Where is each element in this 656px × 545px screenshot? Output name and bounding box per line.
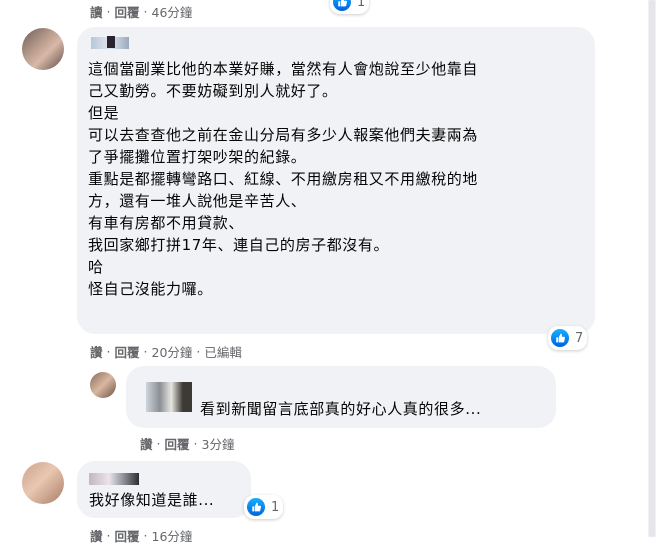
- like-thumb-icon: [549, 327, 571, 349]
- comment-line: 方，還有一堆人說他是辛苦人、: [88, 192, 307, 210]
- timestamp[interactable]: 16分鐘: [152, 526, 193, 545]
- comment-line: 重點是都擺轉彎路口、紅線、不用繳房租又不用繳稅的地: [88, 170, 479, 188]
- comment-bubble: 這個當副業比他的本業好賺，當然有人會炮說至少他靠自 己又勤勞。不要妨礙到別人就好…: [77, 27, 595, 334]
- separator-dot: ·: [156, 436, 161, 451]
- reply-avatar[interactable]: [90, 372, 116, 398]
- reply-link[interactable]: 回覆: [115, 526, 140, 545]
- separator-dot: ·: [143, 4, 148, 19]
- comment-text: 我好像知道是誰...: [89, 491, 215, 509]
- thread-line: [42, 72, 44, 462]
- reply-text: 看到新聞留言底部真的好心人真的很多...: [200, 400, 482, 418]
- reply-author-name[interactable]: [146, 382, 192, 412]
- top-timestamp: 46分鐘: [151, 5, 193, 20]
- comment-line: 己又勤勞。不要妨礙到別人就好了。: [88, 82, 338, 100]
- comment2-reaction-count: 1: [271, 499, 280, 515]
- avatar[interactable]: [22, 462, 64, 504]
- top-like-link[interactable]: 讀: [90, 2, 103, 21]
- comment2-meta: 讚 · 回覆 · 16分鐘: [90, 526, 192, 545]
- separator-dot: ·: [106, 344, 111, 359]
- scrollbar-thumb[interactable]: [649, 0, 655, 537]
- top-comment-meta: 讀 · 回覆 · 46分鐘: [90, 2, 192, 21]
- like-link[interactable]: 讚: [90, 342, 103, 361]
- like-link[interactable]: 讚: [140, 434, 153, 453]
- comment-line: 哈: [88, 258, 104, 276]
- separator-dot: ·: [106, 4, 111, 19]
- reply1-meta: 讚 · 回覆 · 3分鐘: [140, 434, 234, 453]
- comment1-meta: 讚 · 回覆 · 20分鐘 · 已編輯: [90, 342, 242, 361]
- comment-text: 這個當副業比他的本業好賺，當然有人會炮說至少他靠自 己又勤勞。不要妨礙到別人就好…: [88, 58, 588, 300]
- timestamp[interactable]: 20分鐘: [152, 342, 193, 361]
- comment-line: 我回家鄉打拼17年、連自己的房子都沒有。: [88, 236, 390, 254]
- separator-dot: ·: [143, 344, 148, 359]
- top-reply-link[interactable]: 回覆: [115, 2, 140, 21]
- like-link[interactable]: 讚: [90, 526, 103, 545]
- comment2-reaction-badge[interactable]: 1: [244, 495, 284, 519]
- comment-line: 但是: [88, 104, 120, 122]
- reply-bubble: 看到新聞留言底部真的好心人真的很多...: [126, 366, 556, 428]
- reply-link[interactable]: 回覆: [115, 342, 140, 361]
- comment-line: 可以去查查他之前在金山分局有多少人報案他們夫妻兩為: [88, 126, 479, 144]
- reply-link[interactable]: 回覆: [165, 434, 190, 453]
- separator-dot: ·: [196, 344, 201, 359]
- like-thumb-icon: [245, 496, 267, 518]
- comment-line: 有車有房都不用貸款、: [88, 214, 245, 232]
- edited-label: 已編輯: [204, 345, 242, 360]
- like-thumb-icon: [331, 0, 353, 13]
- separator-dot: ·: [143, 528, 148, 543]
- top-reaction-count: 1: [357, 0, 366, 10]
- comment-line: 怪自己沒能力囉。: [88, 280, 213, 298]
- comment-bubble: 我好像知道是誰...: [77, 461, 251, 518]
- separator-dot: ·: [106, 528, 111, 543]
- comment1-reaction-badge[interactable]: 7: [548, 326, 588, 350]
- comment-line: 了爭擺攤位置打架吵架的紀錄。: [88, 148, 307, 166]
- top-reaction-badge[interactable]: 1: [330, 0, 370, 14]
- separator-dot: ·: [193, 436, 198, 451]
- author-name[interactable]: [89, 473, 139, 485]
- avatar[interactable]: [22, 28, 64, 70]
- timestamp[interactable]: 3分鐘: [202, 434, 235, 453]
- author-name-fragment: [107, 36, 115, 48]
- comment-line: 這個當副業比他的本業好賺，當然有人會炮說至少他靠自: [88, 60, 479, 78]
- comment1-reaction-count: 7: [575, 330, 584, 346]
